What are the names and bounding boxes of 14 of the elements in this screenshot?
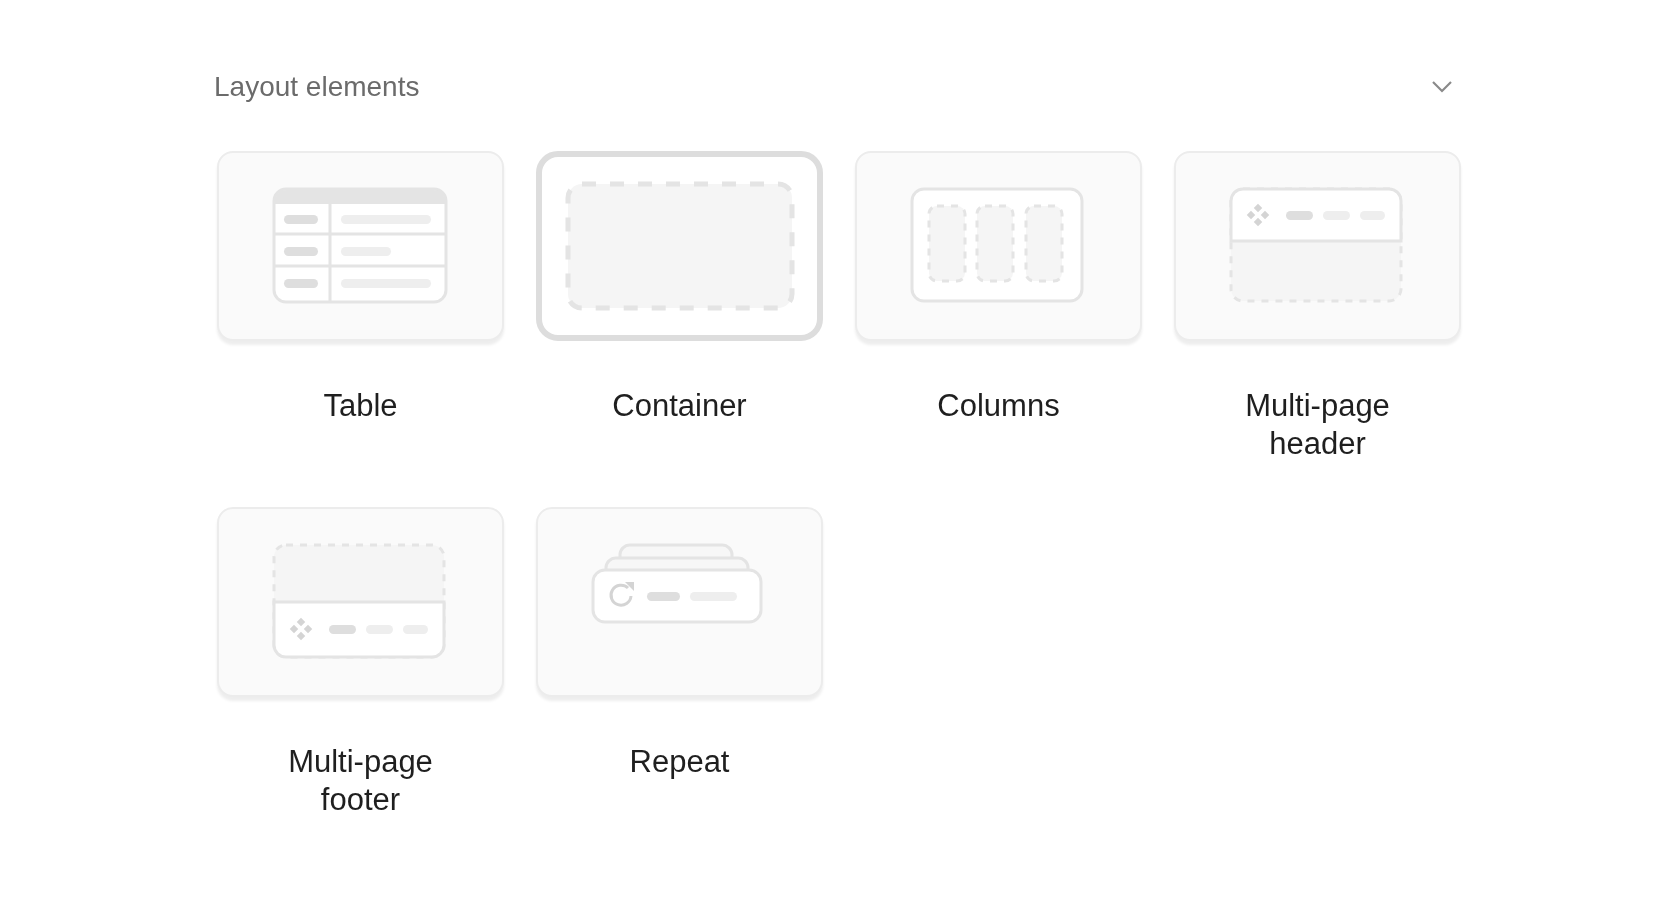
layout-element-card[interactable] <box>217 151 504 341</box>
element-label: Table <box>322 387 399 425</box>
layout-element-card[interactable] <box>855 151 1142 341</box>
element-label: Container <box>611 387 748 425</box>
layout-element-card[interactable] <box>217 507 504 697</box>
element-label: Multi-page header <box>1244 387 1391 463</box>
layout-element-card[interactable] <box>1174 151 1461 341</box>
element-label: Multi-page footer <box>287 743 434 819</box>
layout-element-card[interactable] <box>536 507 823 697</box>
layout-element-card[interactable] <box>536 151 823 341</box>
element-label: Repeat <box>628 743 731 781</box>
element-label: Columns <box>936 387 1061 425</box>
section-title: Layout elements <box>214 70 420 104</box>
chevron-icon[interactable] <box>1431 80 1453 94</box>
